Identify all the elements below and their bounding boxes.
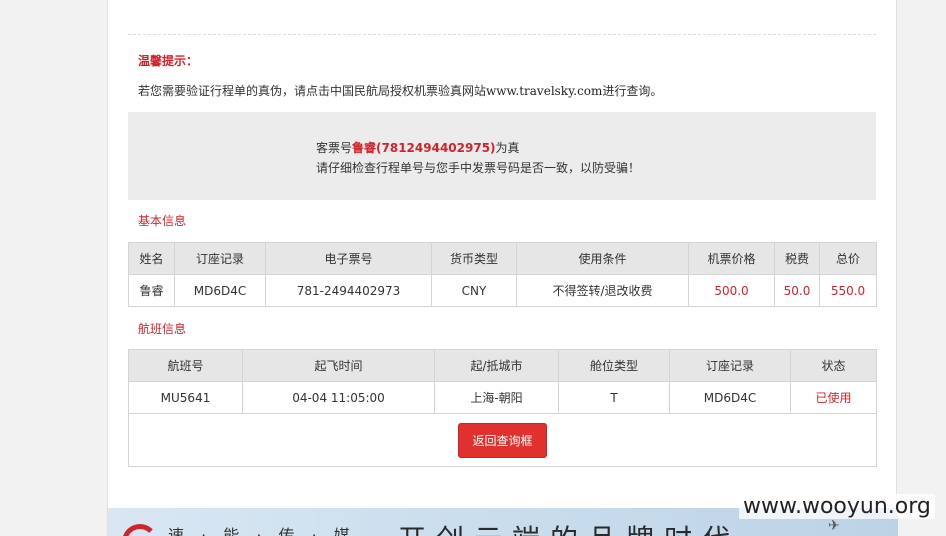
verification-result-box: 客票号鲁睿(7812494402975)为真 请仔细检查行程单号与您手中发票号码… — [128, 112, 876, 200]
tips-text: 若您需要验证行程单的真伪，请点击中国民航局授权机票验真网站www.travels… — [138, 82, 662, 99]
banner-brand-text: 速 · 能 · 传 · 媒 — [168, 526, 356, 536]
passenger-name: 鲁睿 — [128, 274, 175, 307]
travelsky-link[interactable]: www.travelsky.com — [486, 84, 602, 98]
table-header-cell: 状态 — [790, 349, 877, 382]
table-header-cell: 起/抵城市 — [434, 349, 559, 382]
airplane-icon: ✈ — [828, 518, 840, 534]
total-price: 550.0 — [819, 274, 877, 307]
table-header-cell: 姓名 — [128, 242, 175, 275]
eticket-number: 781-2494402973 — [265, 274, 432, 307]
table-header-cell: 使用条件 — [516, 242, 689, 275]
table-header-cell: 电子票号 — [265, 242, 432, 275]
table-header-cell: 订座记录 — [669, 349, 791, 382]
cabin-class: T — [558, 381, 670, 414]
fare-price: 500.0 — [688, 274, 775, 307]
table-header-row: 姓名 订座记录 电子票号 货币类型 使用条件 机票价格 税费 总价 — [128, 242, 877, 275]
verify-suffix: 为真 — [495, 141, 520, 155]
tips-text-before: 若您需要验证行程单的真伪，请点击中国民航局授权机票验真网站 — [138, 84, 487, 98]
button-row: 返回查询框 — [128, 413, 877, 467]
table-header-cell: 起飞时间 — [242, 349, 435, 382]
table-header-cell: 货币类型 — [431, 242, 517, 275]
main-content-panel: 温馨提示： 若您需要验证行程单的真伪，请点击中国民航局授权机票验真网站www.t… — [107, 0, 898, 536]
table-header-cell: 舱位类型 — [558, 349, 670, 382]
booking-record: MD6D4C — [174, 274, 266, 307]
site-watermark: www.wooyun.org — [739, 494, 935, 519]
verification-warning: 请仔细检查行程单号与您手中发票号码是否一致，以防受骗！ — [316, 161, 641, 175]
table-header-cell: 航班号 — [128, 349, 243, 382]
flight-number: MU5641 — [128, 381, 243, 414]
departure-time: 04-04 11:05:00 — [242, 381, 435, 414]
route-cities: 上海-朝阳 — [434, 381, 559, 414]
currency-type: CNY — [431, 274, 517, 307]
tips-text-after: 进行查询。 — [602, 84, 663, 98]
verify-prefix: 客票号 — [316, 141, 353, 155]
back-to-query-button[interactable]: 返回查询框 — [458, 422, 547, 458]
table-header-cell: 总价 — [819, 242, 877, 275]
status-badge: 已使用 — [790, 381, 877, 414]
banner-slogan: 开创云端的品牌时代 — [398, 518, 740, 536]
flight-info-table: 航班号 起飞时间 起/抵城市 舱位类型 订座记录 状态 MU5641 04-04… — [128, 349, 877, 467]
button-cell: 返回查询框 — [128, 413, 877, 467]
tax-amount: 50.0 — [774, 274, 820, 307]
usage-conditions: 不得签转/退改收费 — [516, 274, 689, 307]
flight-info-label: 航班信息 — [138, 322, 187, 336]
table-header-cell: 税费 — [774, 242, 820, 275]
tips-title: 温馨提示： — [138, 54, 199, 68]
brand-logo-icon — [122, 524, 158, 536]
basic-info-table: 姓名 订座记录 电子票号 货币类型 使用条件 机票价格 税费 总价 鲁睿 MD6… — [128, 242, 877, 307]
table-header-cell: 订座记录 — [174, 242, 266, 275]
dashed-divider — [128, 34, 876, 35]
verify-ticket-highlight: 鲁睿(7812494402975) — [352, 141, 496, 155]
table-header-cell: 机票价格 — [688, 242, 775, 275]
verification-result-line: 客票号鲁睿(7812494402975)为真 — [316, 139, 520, 156]
basic-info-label: 基本信息 — [138, 214, 187, 228]
table-header-row: 航班号 起飞时间 起/抵城市 舱位类型 订座记录 状态 — [128, 349, 877, 382]
table-row: 鲁睿 MD6D4C 781-2494402973 CNY 不得签转/退改收费 5… — [128, 274, 877, 307]
booking-record: MD6D4C — [669, 381, 791, 414]
table-row: MU5641 04-04 11:05:00 上海-朝阳 T MD6D4C 已使用 — [128, 381, 877, 414]
